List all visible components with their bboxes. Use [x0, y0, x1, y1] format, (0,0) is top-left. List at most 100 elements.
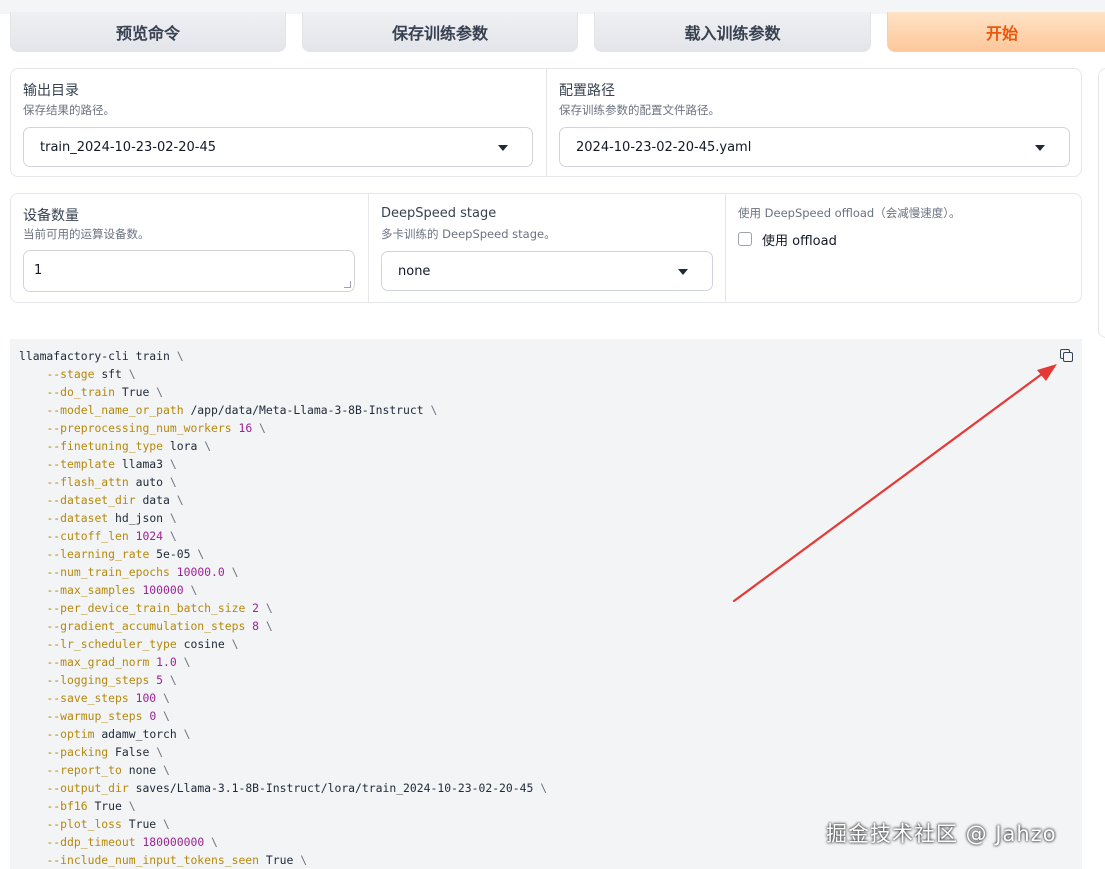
command-line: --report_to none \ — [46, 763, 170, 777]
command-line: llamafactory-cli train \ — [19, 349, 184, 363]
devices-panel: 设备数量 当前可用的运算设备数。 1 DeepSpeed stage 多卡训练的… — [10, 193, 1082, 303]
command-flag: --output_dir — [46, 781, 129, 795]
command-value: cosine — [183, 637, 225, 651]
command-line: --gradient_accumulation_steps 8 \ — [46, 619, 273, 633]
command-flag: --preprocessing_num_workers — [46, 421, 232, 435]
command-value: False — [115, 745, 150, 759]
preview-command-button[interactable]: 预览命令 — [10, 12, 286, 52]
command-value: data — [142, 493, 170, 507]
command-line: --logging_steps 5 \ — [46, 673, 177, 687]
offload-block: 使用 DeepSpeed offload（会减慢速度）。 使用 offload — [725, 194, 1081, 302]
command-value: 10000.0 — [176, 565, 225, 579]
copy-icon[interactable] — [1060, 349, 1073, 362]
command-value: lora — [169, 439, 198, 453]
chevron-down-icon — [498, 145, 508, 151]
output-dir-label: 输出目录 — [23, 83, 79, 99]
command-line: --model_name_or_path /app/data/Meta-Llam… — [46, 403, 438, 417]
command-value: True — [265, 853, 294, 867]
command-flag: --include_num_input_tokens_seen — [46, 853, 260, 867]
command-flag: --plot_loss — [46, 817, 122, 831]
command-line: --preprocessing_num_workers 16 \ — [46, 421, 266, 435]
chevron-down-icon — [1035, 145, 1045, 151]
start-button[interactable]: 开始 — [887, 12, 1105, 52]
command-line: --num_train_epochs 10000.0 \ — [46, 565, 239, 579]
command-flag: --save_steps — [46, 691, 129, 705]
output-dir-info: 保存结果的路径。 — [23, 103, 115, 117]
command-flag: --num_train_epochs — [46, 565, 170, 579]
command-value: True — [128, 817, 157, 831]
command-flag: --optim — [46, 727, 95, 741]
deepspeed-dropdown[interactable]: none — [381, 251, 713, 291]
command-flag: --bf16 — [46, 799, 88, 813]
config-path-label: 配置路径 — [559, 83, 615, 99]
device-count-input[interactable]: 1 — [23, 250, 355, 292]
command-value: 180000000 — [142, 835, 205, 849]
deepspeed-block: DeepSpeed stage 多卡训练的 DeepSpeed stage。 n… — [368, 194, 725, 302]
side-panel-edge — [1098, 68, 1105, 338]
command-value: 0 — [149, 709, 157, 723]
command-flag: --finetuning_type — [46, 439, 164, 453]
deepspeed-info: 多卡训练的 DeepSpeed stage。 — [381, 227, 556, 241]
command-flag: --warmup_steps — [46, 709, 143, 723]
command-line: --max_grad_norm 1.0 \ — [46, 655, 191, 669]
config-path-block: 配置路径 保存训练参数的配置文件路径。 2024-10-23-02-20-45.… — [546, 69, 1081, 176]
command-line: --per_device_train_batch_size 2 \ — [46, 601, 273, 615]
command-line: --packing False \ — [46, 745, 164, 759]
output-dir-value: train_2024-10-23-02-20-45 — [40, 139, 217, 155]
offload-checkbox[interactable] — [738, 232, 752, 246]
command-flag: --learning_rate — [46, 547, 150, 561]
command-value: 5 — [156, 673, 164, 687]
command-line: --max_samples 100000 \ — [46, 583, 198, 597]
command-value: hd_json — [115, 511, 164, 525]
command-flag: --flash_attn — [46, 475, 129, 489]
command-flag: --report_to — [46, 763, 122, 777]
command-value: 1.0 — [156, 655, 177, 669]
load-params-button[interactable]: 载入训练参数 — [594, 12, 871, 52]
config-path-info: 保存训练参数的配置文件路径。 — [559, 103, 720, 117]
device-count-block: 设备数量 当前可用的运算设备数。 1 — [11, 194, 368, 302]
command-line: --template llama3 \ — [46, 457, 177, 471]
command-value: saves/Llama-3.1-8B-Instruct/lora/train_2… — [135, 781, 534, 795]
command-flag: --cutoff_len — [46, 529, 129, 543]
command-value: auto — [135, 475, 164, 489]
command-value: 2 — [252, 601, 260, 615]
offload-checkbox-label[interactable]: 使用 offload — [762, 230, 837, 249]
command-line: --save_steps 100 \ — [46, 691, 170, 705]
command-value: 100 — [135, 691, 157, 705]
command-line: --flash_attn auto \ — [46, 475, 177, 489]
offload-info: 使用 DeepSpeed offload（会减慢速度）。 — [738, 206, 961, 220]
command-flag: --logging_steps — [46, 673, 150, 687]
deepspeed-label: DeepSpeed stage — [381, 206, 497, 221]
command-flag: --lr_scheduler_type — [46, 637, 177, 651]
command-code: llamafactory-cli train \ --stage sft \ -… — [19, 347, 547, 869]
config-path-value: 2024-10-23-02-20-45.yaml — [576, 139, 752, 155]
command-value: /app/data/Meta-Llama-3-8B-Instruct — [190, 403, 424, 417]
command-value: 5e-05 — [156, 547, 191, 561]
config-path-dropdown[interactable]: 2024-10-23-02-20-45.yaml — [559, 127, 1070, 167]
command-head: llamafactory-cli train — [19, 349, 170, 363]
command-line: --dataset_dir data \ — [46, 493, 184, 507]
command-line: --do_train True \ — [46, 385, 164, 399]
output-dir-dropdown[interactable]: train_2024-10-23-02-20-45 — [23, 127, 533, 167]
command-flag: --max_grad_norm — [46, 655, 150, 669]
command-value: 16 — [238, 421, 253, 435]
command-flag: --ddp_timeout — [46, 835, 136, 849]
command-value: none — [128, 763, 157, 777]
command-line: --learning_rate 5e-05 \ — [46, 547, 205, 561]
command-preview: llamafactory-cli train \ --stage sft \ -… — [10, 339, 1082, 869]
save-params-button[interactable]: 保存训练参数 — [302, 12, 578, 52]
command-line: --finetuning_type lora \ — [46, 439, 212, 453]
command-line: --stage sft \ — [46, 367, 136, 381]
command-flag: --max_samples — [46, 583, 136, 597]
command-line: --include_num_input_tokens_seen True \ — [46, 853, 308, 867]
command-value: 100000 — [142, 583, 184, 597]
watermark: 掘金技术社区 @ Jahzo — [826, 822, 1057, 846]
command-value: True — [94, 799, 122, 813]
command-line: --output_dir saves/Llama-3.1-8B-Instruct… — [46, 781, 548, 795]
command-value: sft — [101, 367, 122, 381]
resize-handle-icon[interactable] — [344, 281, 351, 288]
command-line: --dataset hd_json \ — [46, 511, 177, 525]
command-flag: --model_name_or_path — [46, 403, 184, 417]
command-flag: --per_device_train_batch_size — [46, 601, 246, 615]
command-flag: --packing — [46, 745, 109, 759]
